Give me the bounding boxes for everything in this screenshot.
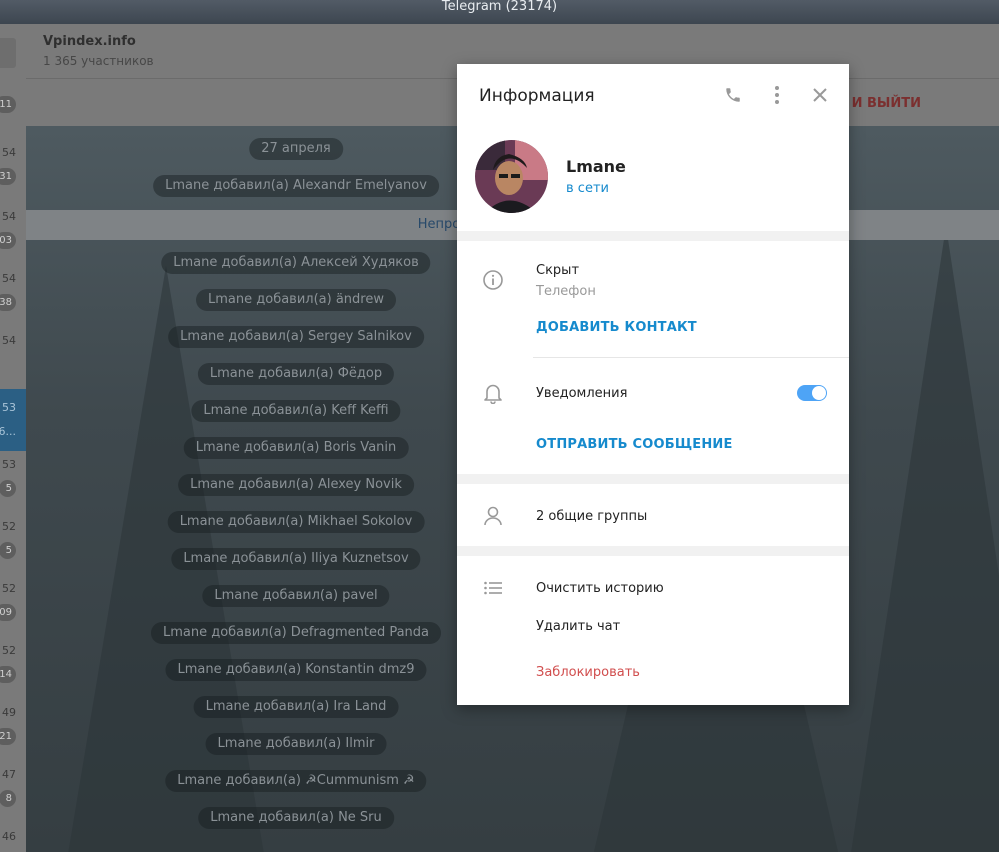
bell-icon bbox=[481, 381, 505, 405]
section-divider bbox=[457, 546, 849, 556]
contact-section: Скрыт Телефон ДОБАВИТЬ КОНТАКТ Уведомлен… bbox=[457, 241, 849, 474]
service-message: Lmane добавил(а) ☭Cummunism ☭ bbox=[165, 770, 427, 792]
unread-badge: 5 bbox=[0, 480, 16, 497]
notifications-label: Уведомления bbox=[536, 386, 628, 401]
phone-label: Телефон bbox=[536, 284, 596, 299]
block-user-button[interactable]: Заблокировать bbox=[536, 665, 640, 680]
chat-time: 53 bbox=[2, 401, 16, 414]
phone-value: Скрыт bbox=[536, 263, 580, 278]
service-message: Lmane добавил(а) Defragmented Panda bbox=[150, 622, 442, 644]
service-message: Lmane добавил(а) Mikhael Sokolov bbox=[167, 511, 425, 533]
service-message: Lmane добавил(а) Ne Sru bbox=[198, 807, 394, 829]
chat-time: 52 bbox=[2, 520, 16, 533]
search-field[interactable] bbox=[0, 38, 16, 68]
service-message: Lmane добавил(а) Alexandr Emelyanov bbox=[153, 175, 439, 197]
add-contact-button[interactable]: ДОБАВИТЬ КОНТАКТ bbox=[536, 320, 697, 335]
service-message: Lmane добавил(а) Ilmir bbox=[205, 733, 387, 755]
window-title: Telegram (23174) bbox=[441, 0, 558, 14]
chat-time: 47 bbox=[2, 768, 16, 781]
unread-badge: 5 bbox=[0, 542, 16, 559]
common-groups-label: 2 общие группы bbox=[536, 509, 648, 524]
chat-time: 46 bbox=[2, 830, 16, 843]
chat-time: 52 bbox=[2, 644, 16, 657]
service-message: Lmane добавил(а) Iliya Kuznetsov bbox=[171, 548, 421, 570]
date-separator: 27 апреля bbox=[249, 138, 343, 160]
chat-member-count: 1 365 участников bbox=[43, 54, 154, 68]
profile-section: Lmane в сети bbox=[457, 127, 849, 231]
user-name: Lmane bbox=[566, 157, 626, 176]
service-message: Lmane добавил(а) Фёдор bbox=[197, 363, 395, 385]
service-message: Lmane добавил(а) Алексей Худяков bbox=[161, 252, 431, 274]
service-message: Lmane добавил(а) Sergey Salnikov bbox=[168, 326, 424, 348]
service-message: Lmane добавил(а) Keff Keffi bbox=[191, 400, 401, 422]
user-status: в сети bbox=[566, 181, 609, 196]
toggle-knob bbox=[812, 386, 826, 400]
avatar[interactable] bbox=[475, 140, 548, 213]
chat-time: 54 bbox=[2, 272, 16, 285]
unread-badge: 31 bbox=[0, 168, 16, 185]
delete-chat-button[interactable]: Удалить чат bbox=[536, 619, 620, 634]
unread-badge: 03 bbox=[0, 232, 16, 249]
section-divider bbox=[457, 231, 849, 241]
more-vertical-icon[interactable] bbox=[766, 84, 788, 106]
chat-time: 53 bbox=[2, 458, 16, 471]
divider bbox=[533, 357, 849, 358]
unread-badge: 8 bbox=[0, 790, 16, 807]
service-message: Lmane добавил(а) Konstantin dmz9 bbox=[165, 659, 427, 681]
unread-badge: 14 bbox=[0, 666, 16, 683]
unread-badge: 21 bbox=[0, 728, 16, 745]
chat-snippet: 6... bbox=[0, 425, 16, 438]
leave-chat-button[interactable]: Е И ВЫЙТИ bbox=[838, 96, 921, 111]
chat-time: 54 bbox=[2, 334, 16, 347]
service-message: Lmane добавил(а) Alexey Novik bbox=[178, 474, 414, 496]
actions-section: Очистить историю Удалить чат Заблокирова… bbox=[457, 556, 849, 705]
service-message: Lmane добавил(а) pavel bbox=[202, 585, 390, 607]
dialog-title: Информация bbox=[479, 86, 595, 106]
clear-history-button[interactable]: Очистить историю bbox=[536, 581, 664, 596]
chat-time: 49 bbox=[2, 706, 16, 719]
background-tree bbox=[846, 226, 999, 852]
section-divider bbox=[457, 474, 849, 484]
chat-list-item-active[interactable]: 53 6... bbox=[0, 389, 26, 451]
info-dialog[interactable]: Информация Lmane в сети Скрыт Телефон ДО… bbox=[457, 64, 849, 705]
close-icon[interactable] bbox=[809, 84, 831, 106]
send-message-button[interactable]: ОТПРАВИТЬ СООБЩЕНИЕ bbox=[536, 437, 733, 452]
service-message: Lmane добавил(а) Boris Vanin bbox=[183, 437, 409, 459]
chat-name[interactable]: Vpindex.info bbox=[43, 34, 136, 49]
unread-badge: 09 bbox=[0, 604, 16, 621]
chat-time: 54 bbox=[2, 146, 16, 159]
service-message: Lmane добавил(а) Ira Land bbox=[193, 696, 399, 718]
service-message: Lmane добавил(а) ändrew bbox=[196, 289, 396, 311]
chat-list[interactable]: 53 6... 11 54 31 54 03 54 38 54 53 5 52 5 52 09 52 14 49… bbox=[0, 24, 26, 852]
user-icon bbox=[481, 504, 505, 528]
unread-badge: 38 bbox=[0, 294, 16, 311]
window-titlebar: Telegram (23174) bbox=[0, 0, 999, 24]
notifications-toggle[interactable] bbox=[797, 385, 827, 401]
chat-time: 54 bbox=[2, 210, 16, 223]
info-icon bbox=[481, 268, 505, 292]
unread-badge: 11 bbox=[0, 96, 16, 113]
list-icon bbox=[481, 576, 505, 600]
chat-time: 52 bbox=[2, 582, 16, 595]
phone-icon[interactable] bbox=[722, 84, 744, 106]
common-groups-row[interactable]: 2 общие группы bbox=[457, 484, 849, 546]
